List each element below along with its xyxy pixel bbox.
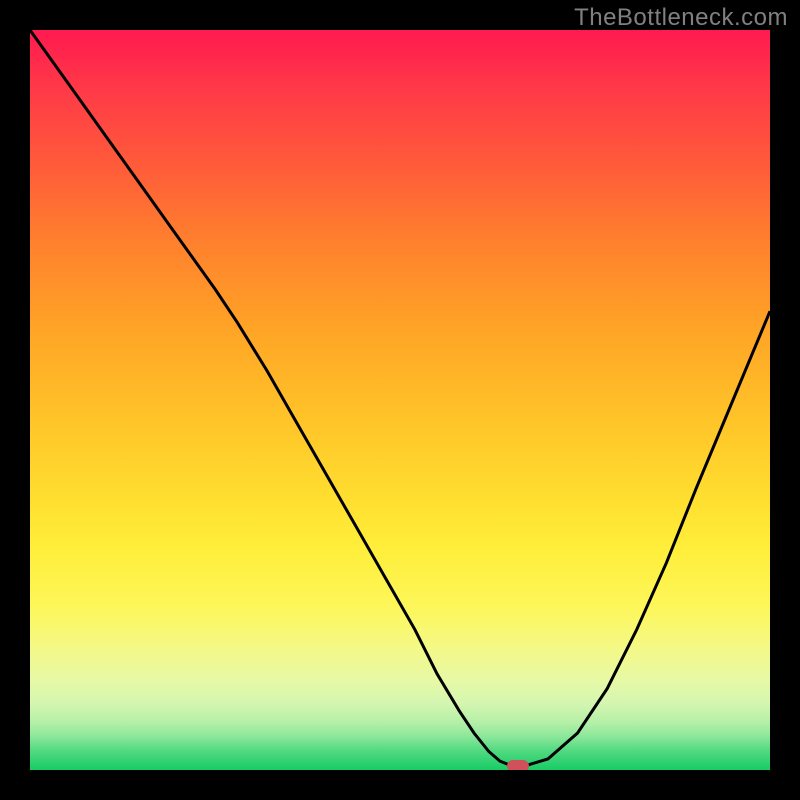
min-marker: [507, 760, 529, 770]
watermark-text: TheBottleneck.com: [574, 4, 788, 32]
bottleneck-curve: [30, 30, 770, 770]
chart-frame: TheBottleneck.com: [0, 0, 800, 800]
plot-area: [30, 30, 770, 770]
curve-path: [30, 30, 770, 766]
